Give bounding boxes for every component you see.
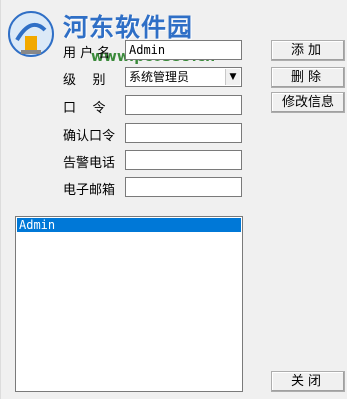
email-field[interactable] xyxy=(125,177,242,197)
delete-button[interactable]: 删除 xyxy=(271,67,345,88)
close-button[interactable]: 关闭 xyxy=(271,371,345,392)
confirm-password-field[interactable] xyxy=(125,123,242,143)
level-label: 级 别 xyxy=(63,73,106,88)
alarm-phone-field[interactable] xyxy=(125,150,242,170)
username-label: 用 户 名 xyxy=(63,46,111,61)
email-label: 电子邮箱 xyxy=(63,183,116,198)
level-select[interactable]: 系统管理员 ▼ xyxy=(125,67,242,87)
password-field[interactable] xyxy=(125,95,242,115)
chevron-down-icon[interactable]: ▼ xyxy=(225,69,240,85)
confirm-password-label: 确认口令 xyxy=(63,129,116,144)
modify-info-button[interactable]: 修改信息 xyxy=(271,92,345,113)
watermark-title: 河东软件园 xyxy=(63,13,194,42)
list-item[interactable]: Admin xyxy=(17,218,241,232)
alarm-phone-label: 告警电话 xyxy=(63,156,116,171)
level-select-value: 系统管理员 xyxy=(129,70,190,84)
user-management-dialog: 河东软件园 www.pc0359.cn 用 户 名 Admin 级 别 系统管理… xyxy=(0,0,347,399)
password-label: 口 令 xyxy=(63,101,106,116)
add-button[interactable]: 添加 xyxy=(271,40,345,61)
username-field[interactable]: Admin xyxy=(125,40,242,60)
user-list[interactable]: Admin xyxy=(15,216,243,392)
site-logo-icon xyxy=(8,11,54,57)
